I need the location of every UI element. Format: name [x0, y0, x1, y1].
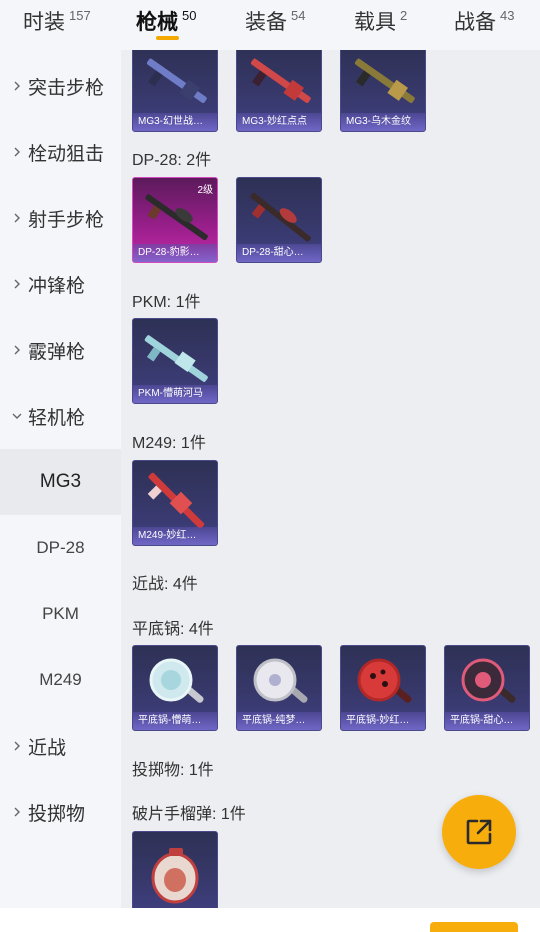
section-title-grenade: 破片手榴弹: 1件 — [132, 806, 246, 823]
tab-count: 43 — [500, 8, 515, 23]
skin-level-badge: 2级 — [197, 185, 213, 196]
section-title-dp28: DP-28: 2件 — [132, 152, 212, 169]
active-tab-indicator — [156, 36, 179, 40]
sidebar-item-label: 冲锋枪 — [28, 275, 86, 297]
sidebar-sub-m249[interactable]: M249 — [0, 647, 121, 713]
tab-label: 枪械 — [136, 11, 178, 34]
sidebar-item-label: 霰弹枪 — [28, 341, 86, 363]
skin-card-label: DP-28-豹影… — [133, 244, 217, 262]
sidebar-item-label: 突击步枪 — [28, 77, 105, 99]
sidebar-item-label: 栓动狙击 — [28, 143, 105, 165]
section-title-pan: 平底锅: 4件 — [132, 621, 214, 638]
tab-count: 2 — [400, 8, 408, 23]
skin-card-label: MG3-幻世战… — [133, 113, 217, 131]
sidebar-item-dmr[interactable]: 射手步枪 — [0, 185, 121, 251]
sidebar-item-lmg[interactable]: 轻机枪 — [0, 383, 121, 449]
skin-card[interactable]: 2级 DP-28-豹影… — [132, 177, 218, 263]
sidebar-item-throwable[interactable]: 投掷物 — [0, 779, 121, 845]
chevron-right-icon — [12, 213, 22, 223]
tab-guns[interactable]: 枪械 50 — [136, 0, 196, 50]
chevron-right-icon — [12, 81, 22, 91]
skin-card-label: 平底锅-妙红… — [341, 712, 425, 730]
chevron-right-icon — [12, 345, 22, 355]
skin-card[interactable]: DP-28-甜心… — [236, 177, 322, 263]
sidebar-item-bolt-sniper[interactable]: 栓动狙击 — [0, 119, 121, 185]
section-title-m249: M249: 1件 — [132, 435, 206, 452]
chevron-right-icon — [12, 279, 22, 289]
section-title-throwable: 投掷物: 1件 — [132, 762, 214, 779]
skin-card[interactable]: 平底锅-纯梦… — [236, 645, 322, 731]
grenade-icon — [151, 848, 199, 904]
sidebar-item-assault-rifle[interactable]: 突击步枪 — [0, 53, 121, 119]
skin-card[interactable]: M249-妙红… — [132, 460, 218, 546]
tab-count: 50 — [182, 8, 197, 23]
share-export-icon — [466, 819, 492, 845]
sidebar-item-label: 射手步枪 — [28, 209, 105, 231]
bottom-action-button[interactable] — [430, 922, 518, 932]
section-title-pkm: PKM: 1件 — [132, 294, 201, 311]
tab-vehicles[interactable]: 载具 2 — [354, 0, 407, 50]
share-button[interactable] — [442, 795, 516, 869]
category-sidebar: 突击步枪 栓动狙击 射手步枪 冲锋枪 霰弹枪 轻机枪 MG3 DP-28 PKM… — [0, 50, 121, 908]
skin-card-label: 平底锅-甜心… — [445, 712, 529, 730]
section-title-melee: 近战: 4件 — [132, 576, 198, 593]
chevron-down-icon — [12, 411, 22, 421]
tab-equipment[interactable]: 装备 54 — [245, 0, 305, 50]
item-grid: MG3-幻世战… MG3-妙红点点 MG3-乌木金纹 DP-28: 2件 2级 … — [121, 50, 540, 908]
tab-count: 157 — [69, 8, 91, 23]
bottom-action-bar — [0, 908, 540, 932]
skin-card[interactable]: MG3-妙红点点 — [236, 50, 322, 132]
sidebar-item-label: 投掷物 — [28, 803, 86, 825]
tab-label: 装备 — [245, 11, 287, 34]
skin-card[interactable]: 平底锅-妙红… — [340, 645, 426, 731]
tab-supplies[interactable]: 战备 43 — [454, 0, 514, 50]
skin-card[interactable]: MG3-幻世战… — [132, 50, 218, 132]
skin-card[interactable]: MG3-乌木金纹 — [340, 50, 426, 132]
sidebar-item-label: 轻机枪 — [28, 407, 86, 429]
tab-label: 战备 — [454, 11, 496, 34]
chevron-right-icon — [12, 147, 22, 157]
tab-label: 时装 — [23, 11, 65, 34]
skin-card-label: M249-妙红… — [133, 527, 217, 545]
skin-card-label: 平底锅-懵萌… — [133, 712, 217, 730]
skin-card[interactable]: 平底锅-甜心… — [444, 645, 530, 731]
chevron-right-icon — [12, 807, 22, 817]
chevron-right-icon — [12, 741, 22, 751]
sidebar-sub-pkm[interactable]: PKM — [0, 581, 121, 647]
skin-card-label: PKM-懵萌河马 — [133, 385, 217, 403]
skin-card-label: DP-28-甜心… — [237, 244, 321, 262]
tab-label: 载具 — [354, 11, 396, 34]
skin-card[interactable] — [132, 831, 218, 908]
tab-outfit[interactable]: 时装 157 — [23, 0, 91, 50]
sidebar-sub-mg3[interactable]: MG3 — [0, 449, 121, 515]
sidebar-item-smg[interactable]: 冲锋枪 — [0, 251, 121, 317]
sidebar-item-melee[interactable]: 近战 — [0, 713, 121, 779]
skin-card-label: 平底锅-纯梦… — [237, 712, 321, 730]
skin-card-label: MG3-乌木金纹 — [341, 113, 425, 131]
skin-card-label: MG3-妙红点点 — [237, 113, 321, 131]
sidebar-item-label: 近战 — [28, 737, 67, 759]
skin-card[interactable]: 平底锅-懵萌… — [132, 645, 218, 731]
sidebar-sub-dp28[interactable]: DP-28 — [0, 515, 121, 581]
sidebar-item-shotgun[interactable]: 霰弹枪 — [0, 317, 121, 383]
tab-count: 54 — [291, 8, 306, 23]
top-tab-bar: 时装 157 枪械 50 装备 54 载具 2 战备 43 — [0, 0, 540, 50]
skin-card[interactable]: PKM-懵萌河马 — [132, 318, 218, 404]
